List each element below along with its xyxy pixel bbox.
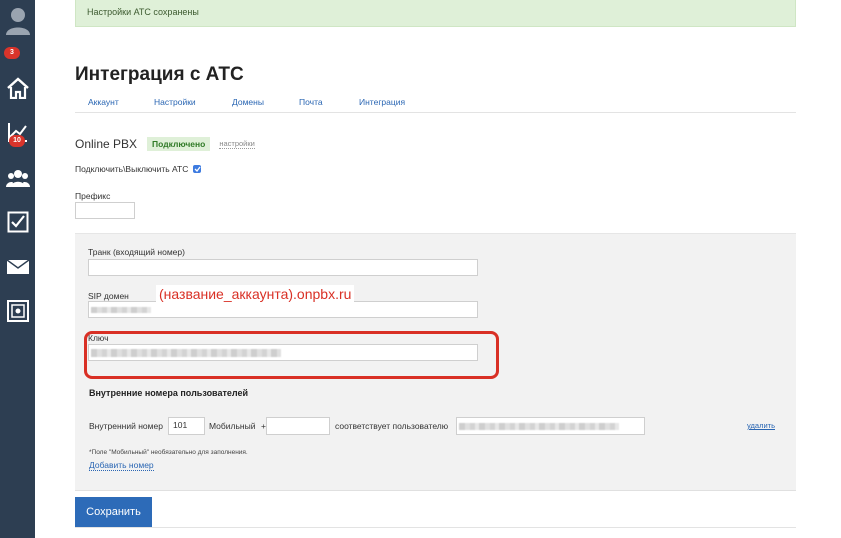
sidebar-item-mail[interactable]: [0, 247, 35, 287]
sidebar-item-tasks[interactable]: [0, 202, 35, 242]
annotation-label: (название_аккаунта).onpbx.ru: [156, 285, 355, 303]
pbx-toggle-checkbox[interactable]: [193, 165, 202, 173]
mobile-input[interactable]: [266, 417, 330, 435]
sidebar-item-profile[interactable]: [0, 0, 35, 40]
sidebar-item-contacts[interactable]: [0, 158, 35, 198]
tabs-bar: Аккаунт Настройки Домены Почта Интеграци…: [75, 96, 796, 113]
mobile-note: *Поле "Мобильный" необязательно для запо…: [89, 449, 248, 456]
pbx-header: Online PBX Подключено настройки: [75, 137, 255, 151]
safe-icon: [6, 300, 29, 322]
internal-numbers-title: Внутренние номера пользователей: [89, 388, 249, 398]
divider: [75, 527, 796, 528]
mail-icon: [6, 260, 29, 274]
home-icon: [6, 77, 29, 99]
tab-domains[interactable]: Домены: [232, 97, 264, 107]
sidebar: 3 10: [0, 0, 35, 538]
ext-number-input[interactable]: 101: [168, 417, 205, 435]
annotation-highlight-box: [84, 331, 499, 379]
success-alert: Настройки АТС сохранены: [75, 0, 796, 27]
sidebar-item-settings[interactable]: [0, 291, 35, 331]
prefix-input[interactable]: [75, 202, 135, 219]
checkmark-icon: [194, 166, 201, 172]
users-icon: [5, 170, 30, 187]
tasks-checkbox-icon: [7, 211, 28, 233]
tab-integration[interactable]: Интеграция: [359, 97, 405, 107]
matches-user-label: соответствует пользователю: [335, 421, 449, 431]
pbx-toggle-row: Подключить\Выключить АТС: [75, 164, 202, 174]
remove-number-link[interactable]: удалить: [747, 421, 775, 430]
pbx-toggle-label: Подключить\Выключить АТС: [75, 164, 189, 174]
pbx-settings-link[interactable]: настройки: [219, 139, 255, 149]
tab-account[interactable]: Аккаунт: [88, 97, 119, 107]
internal-number-row: Внутренний номер 101 Мобильный + соответ…: [89, 417, 789, 435]
ext-label: Внутренний номер: [89, 421, 163, 431]
page-title: Интеграция с АТС: [75, 64, 244, 85]
tab-mail[interactable]: Почта: [299, 97, 323, 107]
prefix-label: Префикс: [75, 191, 111, 201]
trunk-input[interactable]: [88, 259, 478, 276]
pbx-name: Online PBX: [75, 137, 138, 151]
sip-domain-label: SIP домен: [88, 291, 129, 301]
main-content: Настройки АТС сохранены Интеграция с АТС…: [35, 0, 841, 538]
user-avatar-icon: [5, 8, 30, 35]
trunk-label: Транк (входящий номер): [88, 247, 185, 257]
mobile-label: Мобильный: [209, 421, 256, 431]
home-badge: 3: [4, 47, 20, 59]
user-select[interactable]: [456, 417, 645, 435]
sidebar-item-home[interactable]: [0, 68, 35, 108]
status-badge: Подключено: [147, 137, 211, 151]
save-button[interactable]: Сохранить: [75, 497, 152, 527]
add-number-link[interactable]: Добавить номер: [89, 460, 154, 471]
reports-badge: 10: [9, 135, 25, 147]
blurred-value: [459, 423, 619, 430]
blurred-value: [91, 307, 151, 313]
sip-domain-input[interactable]: [88, 301, 478, 318]
tab-settings[interactable]: Настройки: [154, 97, 196, 107]
